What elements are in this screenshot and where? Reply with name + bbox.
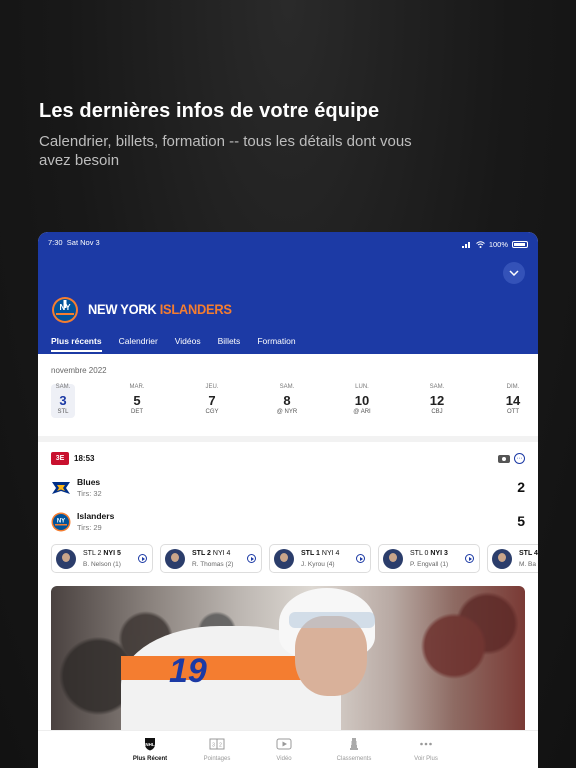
avatar: [165, 549, 185, 569]
tab-formation[interactable]: Formation: [257, 336, 295, 352]
section-divider: [38, 436, 538, 442]
play-icon[interactable]: [465, 554, 474, 563]
blues-logo-icon: [52, 482, 70, 494]
play-icon[interactable]: [247, 554, 256, 563]
team-name: NEW YORK ISLANDERS: [88, 301, 232, 317]
avatar: [383, 549, 403, 569]
schedule-day[interactable]: DIM. 14 OTT: [488, 384, 538, 415]
goal-card[interactable]: STL 2 NYI 4 R. Thomas (2): [160, 544, 262, 573]
bottom-tab-bar: NHL Plus Récent 32 Pointages Vidéo Class…: [38, 730, 538, 768]
avatar: [492, 549, 512, 569]
promo-subtitle: Calendrier, billets, formation -- tous l…: [39, 133, 412, 169]
schedule-day[interactable]: SAM. 12 CBJ: [412, 384, 462, 415]
game-more-icon[interactable]: ⋯: [514, 453, 525, 464]
goal-card[interactable]: STL 0 NYI 3 P. Engvall (1): [378, 544, 480, 573]
cellular-signal-icon: [461, 241, 470, 248]
tab-calendrier[interactable]: Calendrier: [119, 336, 158, 352]
goal-card[interactable]: STL 4 M. Ba: [487, 544, 538, 573]
svg-text:3: 3: [212, 743, 215, 749]
schedule-day[interactable]: LUN. 10 @ ARI: [337, 384, 387, 415]
avatar: [56, 549, 76, 569]
team-row-blues: Blues Tirs: 32 2: [51, 476, 525, 502]
broadcast-network-icon: [498, 455, 510, 463]
promo-title: Les dernières infos de votre équipe: [39, 100, 380, 122]
tabbar-voir-plus[interactable]: Voir Plus: [396, 737, 456, 762]
scoreboard-icon: 32: [209, 738, 225, 750]
schedule-month: novembre 2022: [51, 366, 107, 375]
tabbar-pointages[interactable]: 32 Pointages: [187, 737, 247, 762]
schedule-strip: SAM. 3 STL MAR. 5 DET JEU. 7 CGY SAM. 8 …: [38, 384, 538, 430]
status-bar: 7:30 Sat Nov 3 100%: [48, 238, 528, 250]
chevron-down-icon: [509, 270, 519, 276]
score: 5: [517, 513, 525, 529]
game-card[interactable]: 3E 18:53 ⋯ Blues Tirs: 32 2 NY Islanders…: [38, 446, 538, 546]
tab-videos[interactable]: Vidéos: [175, 336, 201, 352]
avatar: [274, 549, 294, 569]
tab-plus-recents[interactable]: Plus récents: [51, 336, 102, 352]
news-photo[interactable]: 19: [51, 586, 525, 736]
islanders-logo-icon: NY: [51, 512, 71, 532]
tabbar-plus-recent[interactable]: NHL Plus Récent: [120, 737, 180, 762]
status-time: 7:30: [48, 238, 63, 247]
team-tabs: Plus récents Calendrier Vidéos Billets F…: [51, 336, 296, 352]
goal-card[interactable]: STL 2 NYI 5 B. Nelson (1): [51, 544, 153, 573]
battery-percent: 100%: [488, 239, 508, 249]
schedule-day[interactable]: MAR. 5 DET: [112, 384, 162, 415]
status-date: Sat Nov 3: [66, 238, 100, 247]
goal-card[interactable]: STL 1 NYI 4 J. Kyrou (4): [269, 544, 371, 573]
device-screen: 7:30 Sat Nov 3 100% NY NEW YORK ISLANDER…: [38, 232, 538, 768]
tabbar-video[interactable]: Vidéo: [254, 737, 314, 762]
period-badge: 3E: [51, 452, 69, 465]
play-icon[interactable]: [138, 554, 147, 563]
team-header: 7:30 Sat Nov 3 100% NY NEW YORK ISLANDER…: [38, 232, 538, 354]
tabbar-classements[interactable]: Classements: [324, 737, 384, 762]
goal-highlights: STL 2 NYI 5 B. Nelson (1) STL 2 NYI 4 R.…: [51, 544, 538, 574]
svg-text:NY: NY: [57, 519, 65, 525]
score: 2: [517, 479, 525, 495]
svg-text:NHL: NHL: [145, 742, 154, 747]
schedule-day[interactable]: SAM. 8 @ NYR: [262, 384, 312, 415]
play-icon[interactable]: [356, 554, 365, 563]
svg-text:2: 2: [219, 743, 222, 749]
team-row-islanders: NY Islanders Tirs: 29 5: [51, 510, 525, 536]
collapse-header-button[interactable]: [503, 262, 525, 284]
schedule-day[interactable]: SAM. 3 STL: [51, 384, 75, 418]
nhl-shield-icon: NHL: [145, 738, 155, 751]
schedule-day[interactable]: JEU. 7 CGY: [187, 384, 237, 415]
tab-billets[interactable]: Billets: [218, 336, 241, 352]
more-dots-icon: [420, 742, 432, 746]
battery-icon: [512, 240, 528, 248]
wifi-icon: [475, 240, 485, 248]
islanders-logo-icon: NY: [52, 297, 78, 323]
trophy-icon: [350, 738, 358, 750]
game-clock: 18:53: [74, 454, 95, 463]
jersey-number: 19: [169, 652, 207, 690]
video-play-icon: [276, 738, 292, 750]
